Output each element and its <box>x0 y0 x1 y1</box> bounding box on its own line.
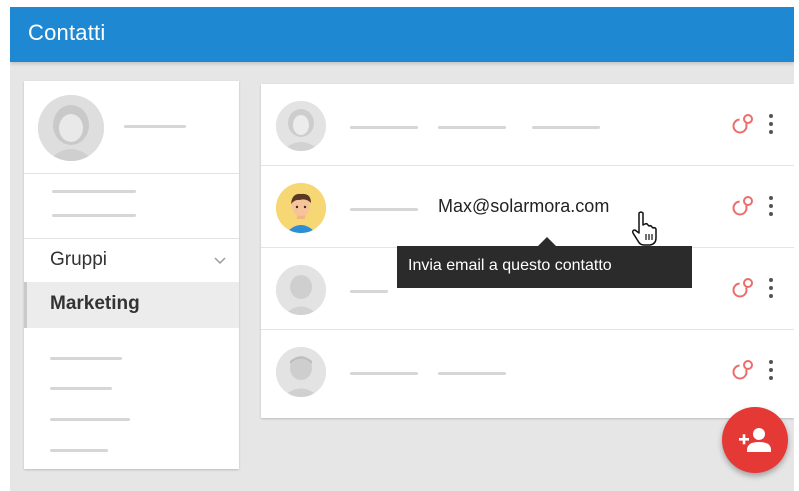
contact-email-link[interactable]: Max@solarmora.com <box>438 196 609 217</box>
app-window: Contatti Gruppi Marketing Max@solarmora.… <box>10 7 794 491</box>
contact-name-placeholder <box>350 208 418 211</box>
avatar <box>276 265 326 315</box>
sidebar-item-marketing[interactable]: Marketing <box>24 282 239 328</box>
sidebar-item-placeholder[interactable] <box>50 449 108 452</box>
groups-label: Gruppi <box>50 249 108 270</box>
avatar <box>276 183 326 233</box>
contact-row[interactable]: Max@solarmora.com <box>261 166 794 248</box>
more-vert-icon[interactable] <box>766 274 776 302</box>
sidebar-links <box>24 174 239 239</box>
contact-detail-placeholder <box>438 126 506 129</box>
sidebar: Gruppi Marketing <box>24 81 239 469</box>
user-profile[interactable] <box>24 81 239 174</box>
contact-row[interactable] <box>261 84 794 166</box>
more-vert-icon[interactable] <box>766 356 776 384</box>
sidebar-item-placeholder[interactable] <box>50 418 130 421</box>
sidebar-item-placeholder[interactable] <box>50 357 122 360</box>
contact-name-placeholder <box>350 290 388 293</box>
sidebar-item-label: Marketing <box>50 293 140 314</box>
chevron-down-icon[interactable] <box>213 253 227 267</box>
groups-header[interactable]: Gruppi <box>24 239 239 282</box>
avatar <box>276 101 326 151</box>
more-vert-icon[interactable] <box>766 110 776 138</box>
app-title: Contatti <box>28 20 106 45</box>
avatar <box>276 347 326 397</box>
send-email-icon[interactable] <box>731 194 755 218</box>
sidebar-link-placeholder[interactable] <box>52 214 136 217</box>
contact-detail-placeholder <box>438 372 506 375</box>
app-bar: Contatti <box>10 7 794 62</box>
send-email-icon[interactable] <box>731 358 755 382</box>
tooltip: Invia email a questo contatto <box>397 246 692 288</box>
more-vert-icon[interactable] <box>766 192 776 220</box>
avatar <box>38 95 104 161</box>
sidebar-item-placeholder[interactable] <box>50 387 112 390</box>
contact-name-placeholder <box>350 126 418 129</box>
contact-row[interactable] <box>261 330 794 412</box>
add-contact-button[interactable] <box>722 407 788 473</box>
contact-name-placeholder <box>350 372 418 375</box>
contact-detail-placeholder <box>532 126 600 129</box>
sidebar-link-placeholder[interactable] <box>52 190 136 193</box>
send-email-icon[interactable] <box>731 112 755 136</box>
add-person-icon <box>739 428 771 452</box>
send-email-icon[interactable] <box>731 276 755 300</box>
user-name-placeholder <box>124 125 186 128</box>
tooltip-arrow <box>538 237 556 246</box>
hand-cursor-icon <box>632 211 657 246</box>
